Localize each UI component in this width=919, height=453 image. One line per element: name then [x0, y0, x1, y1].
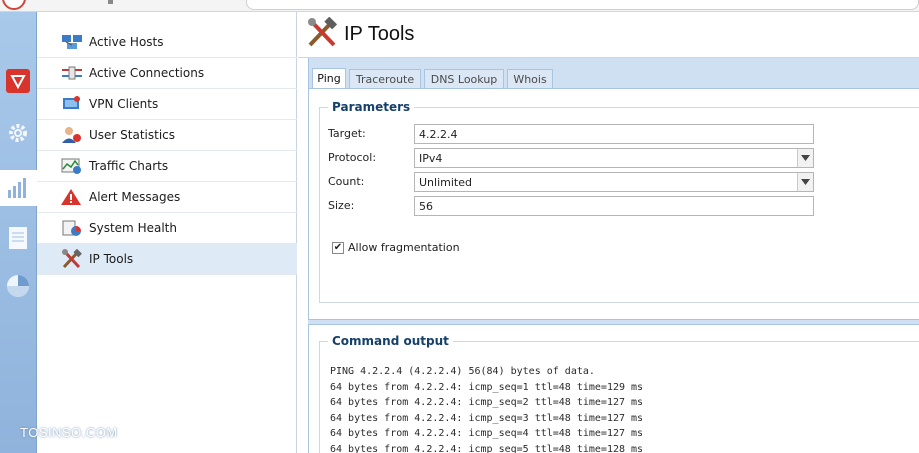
gear-icon[interactable]: [4, 119, 32, 147]
command-output-fieldset: Command output PING 4.2.2.4 (4.2.2.4) 56…: [319, 334, 919, 453]
module-rail: [0, 12, 38, 453]
output-panel: Command output PING 4.2.2.4 (4.2.2.4) 56…: [308, 324, 919, 453]
user-statistics-icon: [61, 125, 83, 145]
page-header: IP Tools: [298, 12, 919, 58]
system-health-icon: [61, 218, 83, 238]
output-line: 64 bytes from 4.2.2.4: icmp_seq=2 ttl=48…: [330, 397, 644, 408]
browser-top-strip: [0, 0, 919, 12]
watermark: TOSINSO.COM: [20, 425, 118, 440]
nav-item-ip-tools[interactable]: IP Tools: [37, 244, 297, 275]
nav-list: Active Hosts Active Connections VPN Clie…: [37, 12, 297, 453]
output-line: PING 4.2.2.4 (4.2.2.4) 56(84) bytes of d…: [330, 366, 595, 377]
chevron-down-icon[interactable]: [797, 173, 813, 191]
output-line: 64 bytes from 4.2.2.4: icmp_seq=4 ttl=48…: [330, 428, 644, 439]
output-line: 64 bytes from 4.2.2.4: icmp_seq=5 ttl=48…: [330, 443, 644, 453]
nav-item-system-health[interactable]: System Health: [37, 213, 297, 244]
document-icon[interactable]: [4, 224, 32, 252]
parameters-fieldset: Parameters Target: Protocol: IPv4 Co: [319, 100, 919, 303]
nav-item-label: VPN Clients: [89, 97, 159, 111]
nav-item-label: Alert Messages: [89, 190, 181, 204]
network-hosts-icon: [61, 32, 83, 52]
page-title: IP Tools: [344, 23, 415, 45]
count-select[interactable]: Unlimited: [414, 172, 814, 192]
tools-icon: [61, 249, 83, 269]
app-window: Active Hosts Active Connections VPN Clie…: [0, 0, 919, 453]
command-output-legend: Command output: [328, 334, 453, 348]
allow-fragmentation-checkbox[interactable]: ✔ Allow fragmentation: [332, 241, 460, 254]
shield-icon[interactable]: [4, 67, 32, 95]
chevron-down-icon[interactable]: [797, 149, 813, 167]
nav-item-vpn-clients[interactable]: VPN Clients: [37, 89, 297, 120]
tab-ping[interactable]: Ping: [312, 68, 346, 88]
nav-item-label: Traffic Charts: [89, 159, 169, 173]
protocol-row: Protocol: IPv4: [328, 148, 916, 168]
target-row: Target:: [328, 124, 916, 144]
tab-whois[interactable]: Whois: [507, 69, 553, 89]
tab-dns-lookup[interactable]: DNS Lookup: [424, 69, 504, 89]
size-row: Size:: [328, 196, 916, 216]
output-line: 64 bytes from 4.2.2.4: icmp_seq=1 ttl=48…: [330, 381, 644, 393]
target-input[interactable]: [414, 124, 814, 144]
address-bar[interactable]: [246, 0, 919, 10]
protocol-value: IPv4: [419, 152, 443, 165]
nav-item-label: User Statistics: [89, 128, 176, 142]
browser-tab-dot-icon: [108, 0, 113, 4]
nav-item-label: IP Tools: [89, 252, 134, 266]
size-input[interactable]: [414, 196, 814, 216]
pie-chart-icon[interactable]: [4, 272, 32, 300]
tab-traceroute[interactable]: Traceroute: [349, 69, 421, 89]
checkmark-icon[interactable]: ✔: [332, 241, 344, 254]
nav-item-active-connections[interactable]: Active Connections: [37, 58, 297, 89]
nav-item-label: Active Hosts: [89, 35, 164, 49]
nav-item-alert-messages[interactable]: Alert Messages: [37, 182, 297, 213]
browser-logo-icon: [2, 0, 26, 10]
vpn-clients-icon: [61, 94, 83, 114]
output-line: 64 bytes from 4.2.2.4: icmp_seq=3 ttl=48…: [330, 412, 644, 424]
tools-icon: [306, 16, 338, 52]
main-content: IP Tools Ping Traceroute DNS Lookup Whoi…: [298, 12, 919, 453]
nav-item-active-hosts[interactable]: Active Hosts: [37, 27, 297, 58]
nav-item-user-statistics[interactable]: User Statistics: [37, 120, 297, 151]
protocol-select[interactable]: IPv4: [414, 148, 814, 168]
connections-icon: [61, 63, 83, 83]
count-label: Count:: [328, 175, 365, 188]
nav-item-traffic-charts[interactable]: Traffic Charts: [37, 151, 297, 182]
ping-panel: Parameters Target: Protocol: IPv4 Co: [308, 88, 919, 320]
nav-item-label: System Health: [89, 221, 177, 235]
traffic-charts-icon: [61, 156, 83, 176]
count-value: Unlimited: [419, 176, 472, 189]
nav-item-label: Active Connections: [89, 66, 205, 80]
allow-fragmentation-label: Allow fragmentation: [348, 241, 460, 254]
target-label: Target:: [328, 127, 366, 140]
count-row: Count: Unlimited: [328, 172, 916, 192]
tab-bar: Ping Traceroute DNS Lookup Whois: [308, 58, 919, 89]
command-output-text: PING 4.2.2.4 (4.2.2.4) 56(84) bytes of d…: [330, 364, 643, 453]
parameters-legend: Parameters: [328, 100, 415, 114]
alert-icon: [61, 187, 83, 207]
protocol-label: Protocol:: [328, 151, 377, 164]
size-label: Size:: [328, 199, 355, 212]
bar-chart-icon[interactable]: [4, 174, 32, 202]
